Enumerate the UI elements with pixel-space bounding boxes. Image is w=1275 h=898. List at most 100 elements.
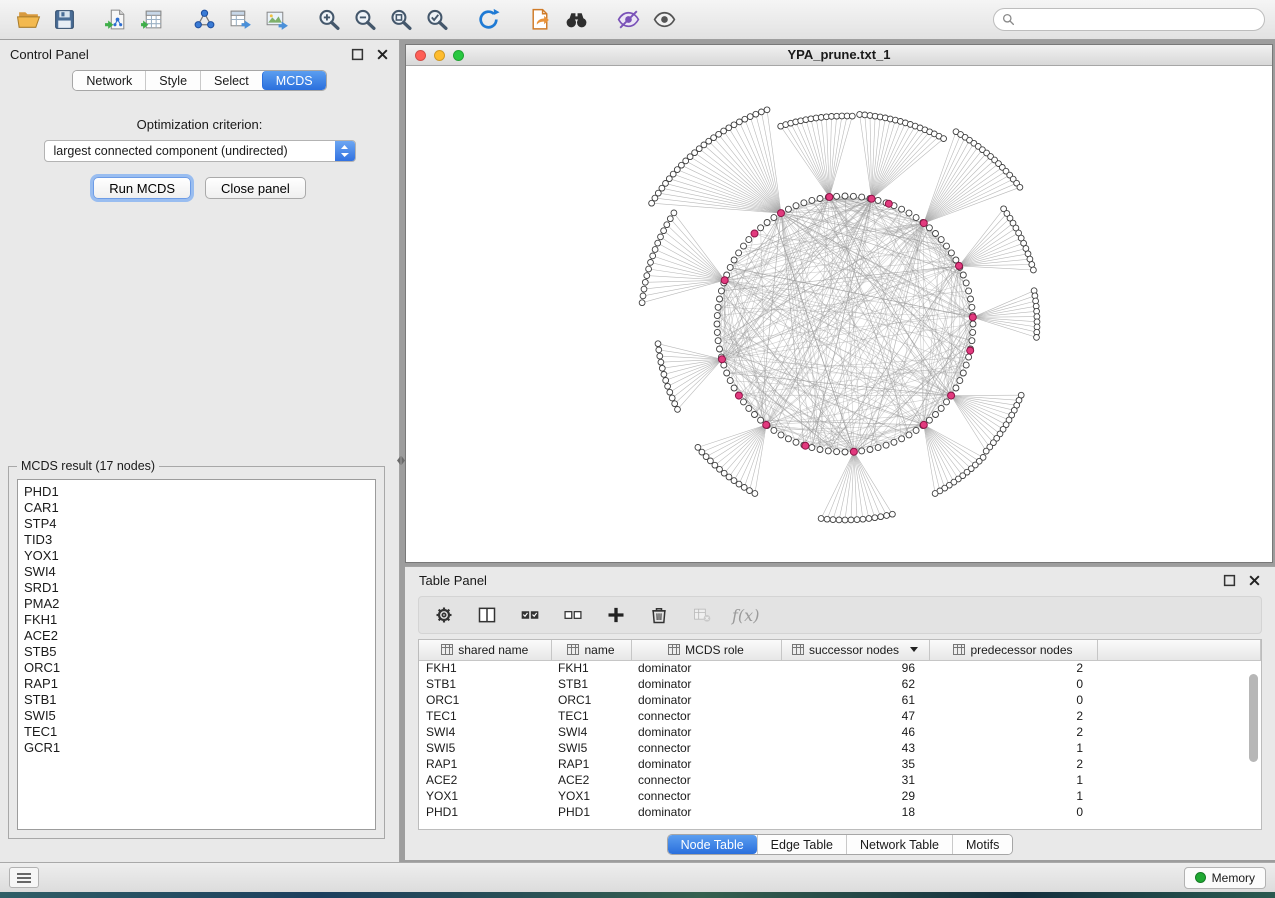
zoom-fit-button[interactable] — [382, 4, 418, 36]
export-image-button[interactable] — [258, 4, 294, 36]
mcds-result-item[interactable]: SWI4 — [24, 564, 369, 580]
mcds-result-item[interactable]: TEC1 — [24, 724, 369, 740]
float-panel-icon[interactable] — [351, 48, 364, 61]
select-all-button[interactable] — [517, 602, 543, 628]
network-title: YPA_prune.txt_1 — [406, 45, 1272, 65]
mcds-result-item[interactable]: PMA2 — [24, 596, 369, 612]
table-tab-network-table[interactable]: Network Table — [846, 835, 952, 854]
mcds-result-item[interactable]: SRD1 — [24, 580, 369, 596]
mcds-result-item[interactable]: SWI5 — [24, 708, 369, 724]
close-panel-icon[interactable] — [376, 48, 389, 61]
close-table-panel-icon[interactable] — [1248, 574, 1261, 587]
add-row-button[interactable] — [603, 602, 629, 628]
column-header-MCDS-role[interactable]: MCDS role — [631, 640, 781, 660]
column-header-shared-name[interactable]: shared name — [419, 640, 551, 660]
table-scrollbar-thumb[interactable] — [1249, 674, 1258, 762]
table-tab-edge-table[interactable]: Edge Table — [757, 835, 846, 854]
tab-mcds[interactable]: MCDS — [262, 71, 326, 90]
mcds-result-item[interactable]: STP4 — [24, 516, 369, 532]
table-cell: dominator — [631, 756, 781, 772]
table-cell: 1 — [929, 788, 1097, 804]
save-button[interactable] — [46, 4, 82, 36]
table-cell: TEC1 — [551, 708, 631, 724]
search-box[interactable] — [993, 8, 1265, 31]
show-hide-icon — [652, 7, 677, 32]
close-panel-button[interactable]: Close panel — [205, 177, 306, 199]
mcds-result-item[interactable]: ORC1 — [24, 660, 369, 676]
table-row[interactable]: FKH1FKH1dominator962 — [419, 660, 1261, 676]
table-row[interactable]: YOX1YOX1connector291 — [419, 788, 1261, 804]
tab-select[interactable]: Select — [200, 71, 262, 90]
mcds-result-item[interactable]: YOX1 — [24, 548, 369, 564]
mcds-result-item[interactable]: ACE2 — [24, 628, 369, 644]
minimize-window-icon[interactable] — [434, 50, 445, 61]
toolbar-separator — [170, 19, 186, 20]
mcds-result-item[interactable]: FKH1 — [24, 612, 369, 628]
share-document-icon — [528, 7, 553, 32]
tab-network[interactable]: Network — [73, 71, 145, 90]
table-tab-motifs[interactable]: Motifs — [952, 835, 1012, 854]
function-button[interactable]: f(x) — [732, 602, 759, 628]
split-view-button[interactable] — [474, 602, 500, 628]
refresh-button[interactable] — [470, 4, 506, 36]
mcds-result-item[interactable]: RAP1 — [24, 676, 369, 692]
memory-button[interactable]: Memory — [1184, 867, 1266, 889]
tab-style[interactable]: Style — [145, 71, 200, 90]
memory-status-icon — [1195, 872, 1206, 883]
show-hide-button[interactable] — [646, 4, 682, 36]
mcds-result-list[interactable]: PHD1CAR1STP4TID3YOX1SWI4SRD1PMA2FKH1ACE2… — [17, 479, 376, 830]
table-row[interactable]: ORC1ORC1dominator610 — [419, 692, 1261, 708]
import-table-icon — [140, 7, 165, 32]
open-folder-button[interactable] — [10, 4, 46, 36]
column-icon — [792, 644, 804, 655]
table-cell: dominator — [631, 804, 781, 820]
search-icon — [1002, 13, 1015, 26]
table-row[interactable]: SWI5SWI5connector431 — [419, 740, 1261, 756]
column-header-empty — [1097, 640, 1261, 660]
mcds-result-item[interactable]: STB1 — [24, 692, 369, 708]
table-cell: PHD1 — [419, 804, 551, 820]
zoom-out-icon — [352, 7, 377, 32]
zoom-in-button[interactable] — [310, 4, 346, 36]
network-from-table-button[interactable] — [222, 4, 258, 36]
run-mcds-button[interactable]: Run MCDS — [93, 177, 191, 199]
mcds-result-item[interactable]: CAR1 — [24, 500, 369, 516]
zoom-selected-button[interactable] — [418, 4, 454, 36]
float-table-panel-icon[interactable] — [1223, 574, 1236, 587]
mcds-result-item[interactable]: TID3 — [24, 532, 369, 548]
search-input[interactable] — [1021, 13, 1256, 27]
table-row[interactable]: TEC1TEC1connector472 — [419, 708, 1261, 724]
share-document-button[interactable] — [522, 4, 558, 36]
table-row[interactable]: SWI4SWI4dominator462 — [419, 724, 1261, 740]
import-network-button[interactable] — [98, 4, 134, 36]
mcds-result-item[interactable]: PHD1 — [24, 484, 369, 500]
mcds-result-item[interactable]: STB5 — [24, 644, 369, 660]
zoom-out-button[interactable] — [346, 4, 382, 36]
table-row[interactable]: ACE2ACE2connector311 — [419, 772, 1261, 788]
table-cell: FKH1 — [551, 660, 631, 676]
control-panel-tabs: NetworkStyleSelectMCDS — [72, 70, 326, 91]
column-header-successor-nodes[interactable]: successor nodes — [781, 640, 929, 660]
column-header-predecessor-nodes[interactable]: predecessor nodes — [929, 640, 1097, 660]
table-row[interactable]: PHD1PHD1dominator180 — [419, 804, 1261, 820]
mcds-result-item[interactable]: GCR1 — [24, 740, 369, 756]
column-header-name[interactable]: name — [551, 640, 631, 660]
criterion-dropdown[interactable]: largest connected component (undirected) — [44, 140, 356, 162]
deselect-all-button[interactable] — [560, 602, 586, 628]
filter-button[interactable] — [610, 4, 646, 36]
delete-row-button[interactable] — [646, 602, 672, 628]
control-panel: Control Panel NetworkStyleSelectMCDS Opt… — [0, 40, 400, 862]
network-canvas[interactable] — [406, 66, 1272, 562]
table-tab-node-table[interactable]: Node Table — [668, 835, 757, 854]
settings-button[interactable] — [431, 602, 457, 628]
table-row[interactable]: STB1STB1dominator620 — [419, 676, 1261, 692]
new-network-button[interactable] — [186, 4, 222, 36]
table-row[interactable]: RAP1RAP1dominator352 — [419, 756, 1261, 772]
find-button[interactable] — [558, 4, 594, 36]
task-history-button[interactable] — [9, 867, 39, 888]
panel-splitter-handle[interactable] — [397, 448, 405, 472]
close-window-icon[interactable] — [415, 50, 426, 61]
maximize-window-icon[interactable] — [453, 50, 464, 61]
table-cell: 62 — [781, 676, 929, 692]
import-table-button[interactable] — [134, 4, 170, 36]
